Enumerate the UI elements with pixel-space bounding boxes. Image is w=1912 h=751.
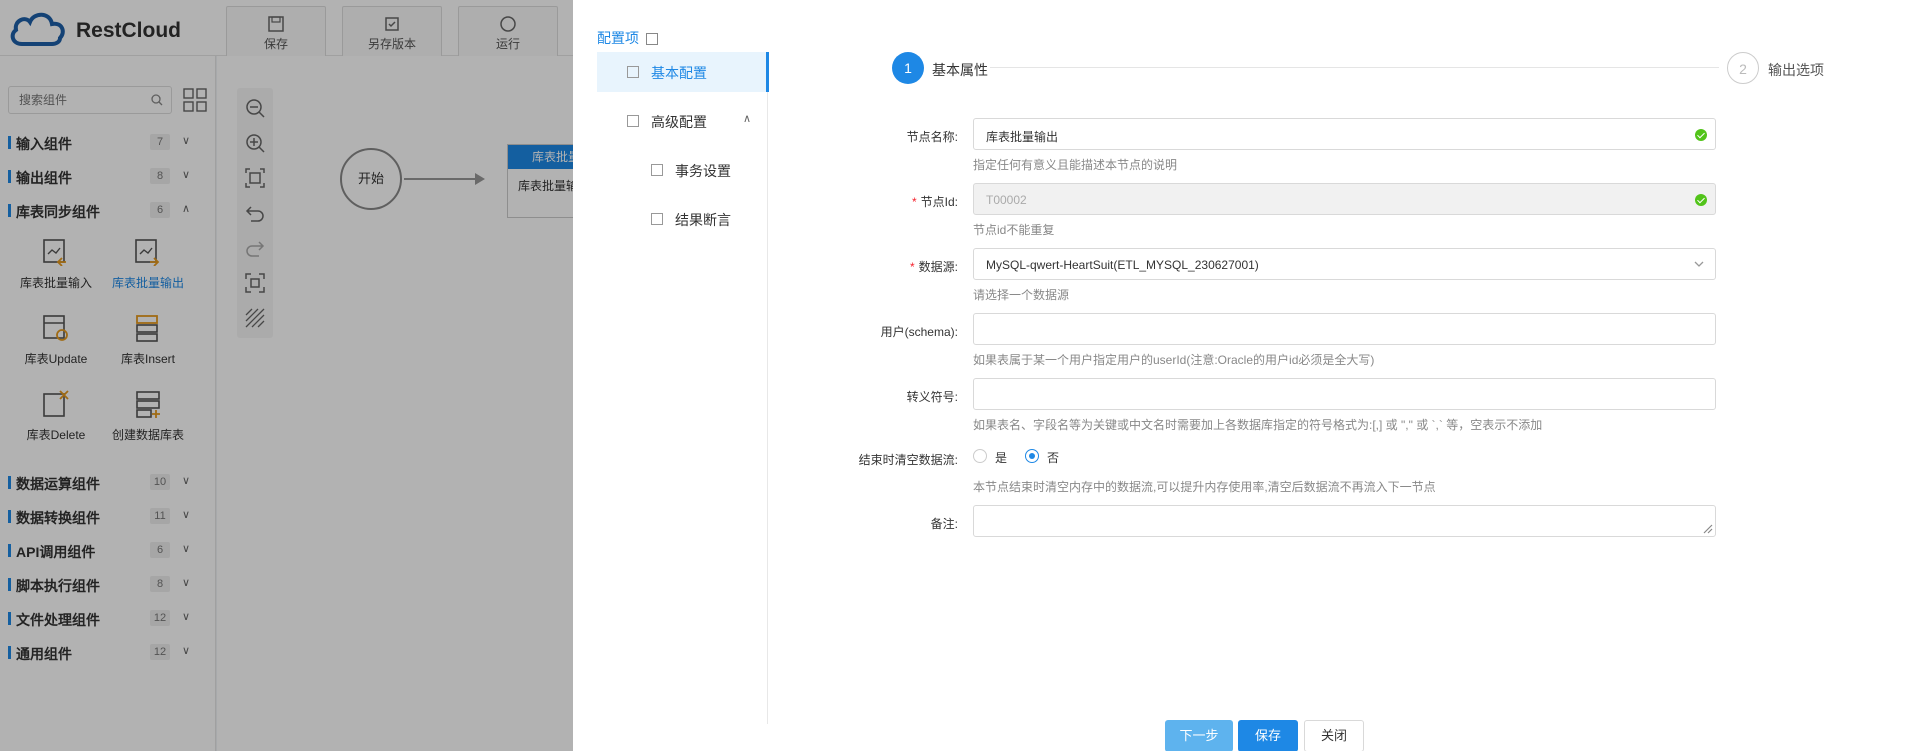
clear-stream-help: 本节点结束时清空内存中的数据流,可以提升内存使用率,清空后数据流不再流入下一节点 [973,480,1436,494]
nav-label: 结果断言 [675,212,731,228]
valid-check-icon [1695,194,1707,206]
doc-icon [627,66,639,78]
node-id-input[interactable]: T00002 [973,183,1716,215]
node-name-input[interactable]: 库表批量输出 [973,118,1716,150]
node-id-value: T00002 [986,193,1027,207]
nav-basic-config[interactable]: 基本配置 [597,52,768,92]
node-name-help: 指定任何有意义且能描述本节点的说明 [973,158,1178,172]
doc-icon [651,213,663,225]
node-name-label: 节点名称: [758,128,958,145]
step-2-circle[interactable]: 2 [1727,52,1759,84]
config-title: 配置项 [597,30,639,46]
doc-icon [627,115,639,127]
nav-label: 事务设置 [675,163,731,179]
remark-label: 备注: [930,517,958,531]
radio-yes[interactable] [973,449,987,463]
node-id-label: * 节点Id: [758,193,958,210]
radio-no[interactable] [1025,449,1039,463]
save-button[interactable]: 保存 [1238,720,1298,751]
nav-transaction-settings[interactable]: 事务设置 [597,150,768,190]
clear-stream-label: 结束时清空数据流: [858,453,958,467]
radio-no-label: 否 [1047,451,1060,465]
chevron-up-icon: ∧ [743,113,752,125]
radio-yes-label: 是 [995,451,1008,465]
schema-label: 用户(schema): [880,325,958,339]
next-step-button[interactable]: 下一步 [1165,720,1233,751]
escape-label: 转义符号: [906,390,958,404]
valid-check-icon [1695,129,1707,141]
node-name-value: 库表批量输出 [986,130,1059,144]
nav-label: 高级配置 [651,114,707,130]
nav-active-indicator [766,52,769,92]
step-1-circle[interactable]: 1 [892,52,924,84]
escape-input[interactable] [973,378,1716,410]
nav-advanced-config[interactable]: 高级配置 ∧ [597,101,768,141]
resize-handle-icon[interactable] [1701,522,1713,534]
doc-icon [651,164,663,176]
datasource-help: 请选择一个数据源 [973,288,1070,302]
chevron-down-icon [1694,261,1704,267]
node-id-help: 节点id不能重复 [973,223,1055,237]
datasource-value: MySQL-qwert-HeartSuit(ETL_MYSQL_23062700… [986,258,1259,272]
datasource-select[interactable]: MySQL-qwert-HeartSuit(ETL_MYSQL_23062700… [973,248,1716,280]
escape-help: 如果表名、字段名等为关键或中文名时需要加上各数据库指定的符号格式为:[,] 或 … [973,418,1543,432]
collapse-icon[interactable] [646,33,658,45]
datasource-label: * 数据源: [758,258,958,275]
step-1-label: 基本属性 [932,62,988,78]
nav-result-assertion[interactable]: 结果断言 [597,199,768,239]
datasource-label-text: 数据源: [918,260,958,274]
node-id-label-text: 节点Id: [920,195,958,209]
required-asterisk: * [909,260,915,274]
node-name-label-text: 节点名称: [906,130,958,144]
config-drawer: 配置项 基本配置 高级配置 ∧ 事务设置 结果断言 1 基本属性 2 输出选项 … [573,0,1912,751]
schema-help: 如果表属于某一个用户指定用户的userId(注意:Oracle的用户id必须是全… [973,353,1375,367]
step-connector [990,67,1719,68]
close-button[interactable]: 关闭 [1304,720,1364,751]
step-2-label: 输出选项 [1768,62,1824,78]
nav-label: 基本配置 [651,65,707,81]
remark-textarea[interactable] [973,505,1716,537]
required-asterisk: * [911,195,917,209]
schema-input[interactable] [973,313,1716,345]
